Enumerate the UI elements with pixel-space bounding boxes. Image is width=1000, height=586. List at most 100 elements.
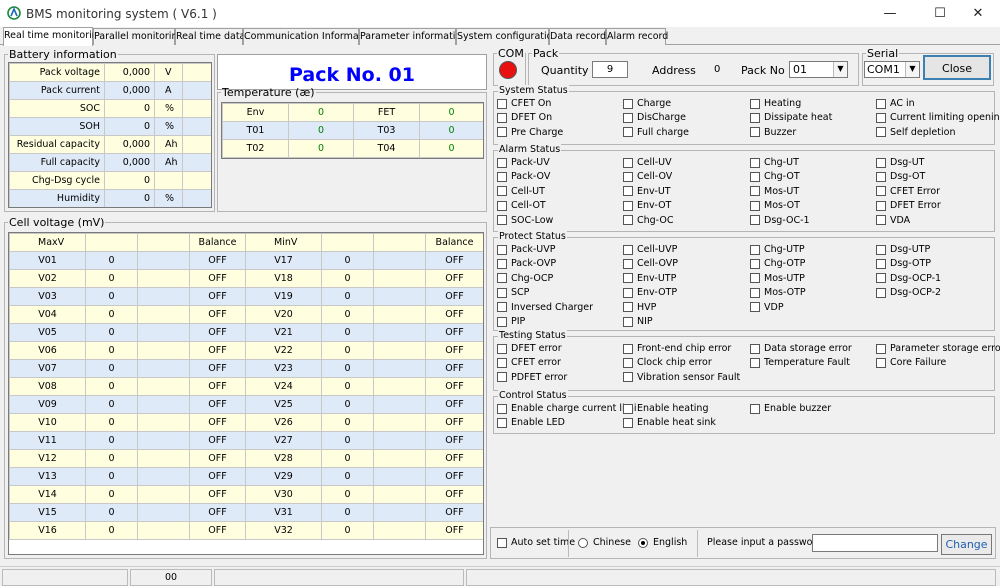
tab-system-configuration[interactable]: System configuration: [456, 28, 558, 45]
checkbox-icon[interactable]: [623, 171, 633, 182]
checkbox-icon[interactable]: [497, 287, 507, 298]
status-checkbox[interactable]: Dsg-OCP-2: [876, 287, 941, 298]
checkbox-icon[interactable]: [497, 258, 507, 269]
status-checkbox[interactable]: SCP: [497, 287, 529, 298]
checkbox-icon[interactable]: [750, 98, 760, 109]
status-checkbox[interactable]: Front-end chip error: [623, 343, 731, 354]
checkbox-icon[interactable]: [623, 258, 633, 269]
checkbox-icon[interactable]: [876, 343, 886, 354]
chevron-down-icon[interactable]: ▼: [905, 62, 919, 77]
checkbox-icon[interactable]: [497, 417, 507, 428]
checkbox-icon[interactable]: [623, 302, 633, 313]
checkbox-icon[interactable]: [623, 244, 633, 255]
checkbox-icon[interactable]: [876, 200, 886, 211]
checkbox-icon[interactable]: [876, 171, 886, 182]
status-checkbox[interactable]: Charge: [623, 98, 671, 109]
checkbox-icon[interactable]: [876, 112, 886, 123]
status-checkbox[interactable]: PDFET error: [497, 372, 567, 383]
status-checkbox[interactable]: Heating: [750, 98, 801, 109]
tab-data-record[interactable]: Data record: [549, 28, 606, 45]
status-checkbox[interactable]: Clock chip error: [623, 357, 712, 368]
tab-parallel-monitoring[interactable]: Parallel monitoring: [93, 28, 184, 45]
checkbox-icon[interactable]: [876, 357, 886, 368]
status-checkbox[interactable]: Buzzer: [750, 127, 796, 138]
checkbox-icon[interactable]: [750, 215, 760, 226]
checkbox-icon[interactable]: [623, 287, 633, 298]
checkbox-icon[interactable]: [497, 302, 507, 313]
checkbox-icon[interactable]: [750, 244, 760, 255]
status-checkbox[interactable]: Cell-OT: [497, 200, 546, 211]
status-checkbox[interactable]: Pack-UV: [497, 157, 550, 168]
checkbox-icon[interactable]: [750, 258, 760, 269]
checkbox-icon[interactable]: [497, 316, 507, 327]
status-checkbox[interactable]: Dissipate heat: [750, 112, 832, 123]
checkbox-icon[interactable]: [497, 537, 507, 548]
checkbox-icon[interactable]: [876, 127, 886, 138]
status-checkbox[interactable]: Current limiting opening: [876, 112, 1000, 123]
status-checkbox[interactable]: CFET Error: [876, 186, 940, 197]
status-checkbox[interactable]: CFET On: [497, 98, 551, 109]
radio-selected-icon[interactable]: [638, 537, 648, 548]
checkbox-icon[interactable]: [623, 215, 633, 226]
auto-set-time-checkbox[interactable]: Auto set time: [497, 537, 575, 548]
checkbox-icon[interactable]: [750, 403, 760, 414]
status-checkbox[interactable]: Parameter storage error: [876, 343, 1000, 354]
tab-communication-information[interactable]: Communication Information: [243, 28, 377, 45]
status-checkbox[interactable]: Cell-OV: [623, 171, 672, 182]
status-checkbox[interactable]: Mos-UTP: [750, 273, 805, 284]
status-checkbox[interactable]: Env-OTP: [623, 287, 677, 298]
close-port-button[interactable]: Close: [923, 55, 991, 80]
tab-alarm-record[interactable]: Alarm record: [606, 28, 668, 45]
close-window-button[interactable]: ✕: [956, 0, 1000, 27]
checkbox-icon[interactable]: [497, 200, 507, 211]
status-checkbox[interactable]: SOC-Low: [497, 215, 553, 226]
english-radio[interactable]: English: [638, 537, 687, 548]
status-checkbox[interactable]: Pre Charge: [497, 127, 563, 138]
checkbox-icon[interactable]: [497, 215, 507, 226]
status-checkbox[interactable]: Inversed Charger: [497, 302, 593, 313]
status-checkbox[interactable]: Dsg-UTP: [876, 244, 930, 255]
checkbox-icon[interactable]: [623, 417, 633, 428]
status-checkbox[interactable]: Temperature Fault: [750, 357, 850, 368]
checkbox-icon[interactable]: [750, 186, 760, 197]
checkbox-icon[interactable]: [497, 98, 507, 109]
status-checkbox[interactable]: Env-UTP: [623, 273, 676, 284]
minimize-button[interactable]: —: [868, 0, 912, 27]
status-checkbox[interactable]: Mos-OT: [750, 200, 800, 211]
status-checkbox[interactable]: Env-UT: [623, 186, 671, 197]
checkbox-icon[interactable]: [497, 186, 507, 197]
checkbox-icon[interactable]: [497, 403, 507, 414]
status-checkbox[interactable]: VDA: [876, 215, 910, 226]
status-checkbox[interactable]: Dsg-OC-1: [750, 215, 810, 226]
checkbox-icon[interactable]: [623, 357, 633, 368]
checkbox-icon[interactable]: [876, 287, 886, 298]
checkbox-icon[interactable]: [623, 200, 633, 211]
checkbox-icon[interactable]: [876, 273, 886, 284]
status-checkbox[interactable]: Self depletion: [876, 127, 955, 138]
checkbox-icon[interactable]: [876, 98, 886, 109]
status-checkbox[interactable]: Chg-OT: [750, 171, 800, 182]
checkbox-icon[interactable]: [623, 157, 633, 168]
status-checkbox[interactable]: Chg-OCP: [497, 273, 553, 284]
checkbox-icon[interactable]: [497, 357, 507, 368]
checkbox-icon[interactable]: [623, 186, 633, 197]
radio-icon[interactable]: [578, 537, 588, 548]
status-checkbox[interactable]: CFET error: [497, 357, 561, 368]
chinese-radio[interactable]: Chinese: [578, 537, 631, 548]
checkbox-icon[interactable]: [497, 112, 507, 123]
chevron-down-icon[interactable]: ▼: [833, 62, 847, 77]
status-checkbox[interactable]: Data storage error: [750, 343, 852, 354]
status-checkbox[interactable]: DFET On: [497, 112, 552, 123]
status-checkbox[interactable]: Enable heat sink: [623, 417, 716, 428]
status-checkbox[interactable]: DFET error: [497, 343, 562, 354]
status-checkbox[interactable]: Chg-UTP: [750, 244, 805, 255]
checkbox-icon[interactable]: [750, 171, 760, 182]
checkbox-icon[interactable]: [623, 372, 633, 383]
checkbox-icon[interactable]: [623, 343, 633, 354]
checkbox-icon[interactable]: [750, 127, 760, 138]
status-checkbox[interactable]: VDP: [750, 302, 784, 313]
status-checkbox[interactable]: Full charge: [623, 127, 689, 138]
status-checkbox[interactable]: Chg-OTP: [750, 258, 805, 269]
status-checkbox[interactable]: PIP: [497, 316, 525, 327]
tab-parameter-information[interactable]: Parameter information: [359, 28, 467, 45]
